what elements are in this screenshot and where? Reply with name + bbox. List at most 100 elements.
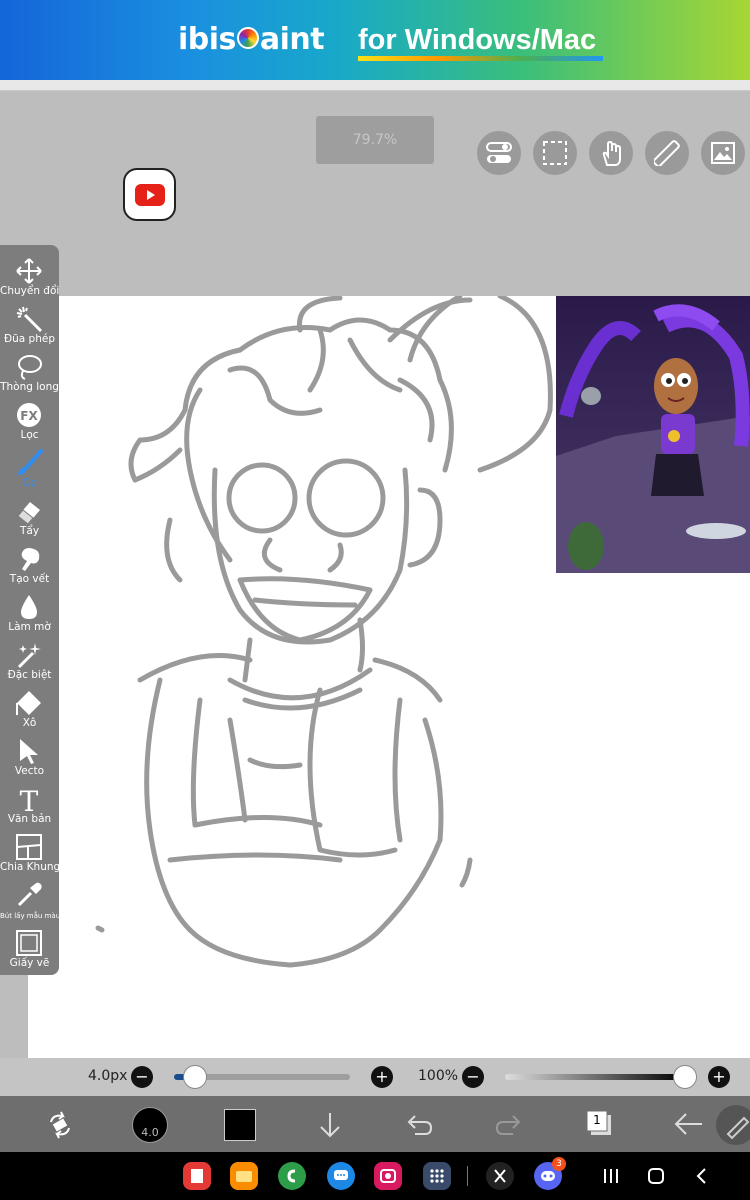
tool-eyedropper[interactable]: Bút lấy mẫu màu: [0, 879, 60, 927]
tool-special[interactable]: Đặc biệt: [0, 639, 59, 687]
image-icon: [711, 142, 735, 164]
bottom-action-bar: 4.0 1: [0, 1096, 750, 1152]
size-decrease-button[interactable]: −: [131, 1066, 153, 1088]
phone-icon: [287, 1169, 296, 1183]
eyedropper-icon: [17, 882, 42, 907]
tool-label: Chia Khung: [0, 861, 61, 873]
notification-badge: 3: [552, 1157, 566, 1171]
tool-panel: Chuyển đổi Đũa phép Thòng long FX Lọc Cọ…: [0, 245, 61, 975]
app-drawer-button[interactable]: [423, 1162, 451, 1190]
tool-label: Làm mờ: [8, 621, 51, 633]
youtube-button[interactable]: [123, 168, 176, 221]
tool-label: Xô: [22, 717, 37, 729]
magic-wand-icon: [16, 306, 43, 333]
recent-apps-button[interactable]: [601, 1166, 621, 1186]
rotate-flip-icon: [50, 1111, 70, 1139]
color-swatch-button[interactable]: [224, 1109, 256, 1141]
tool-blur[interactable]: Làm mờ: [0, 591, 59, 639]
size-increase-button[interactable]: +: [371, 1066, 393, 1088]
special-icon: [17, 643, 41, 669]
redo-icon: [495, 1115, 521, 1135]
tool-filter[interactable]: FX Lọc: [0, 399, 59, 447]
smudge-icon: [21, 548, 40, 571]
bucket-icon: [16, 691, 41, 715]
home-button[interactable]: [646, 1166, 666, 1186]
tool-label: Văn bản: [7, 813, 52, 825]
undo-button[interactable]: [405, 1110, 433, 1138]
tool-canvas[interactable]: Giấy vẽ: [0, 927, 59, 975]
brush-slider-bar: 4.0px − + 100% − +: [0, 1058, 750, 1096]
ibispaint-logo: ibis aint: [178, 22, 325, 57]
home-icon: [648, 1168, 664, 1184]
selection-button[interactable]: [533, 131, 577, 175]
hand-icon: [602, 140, 621, 166]
text-glyph: T: [20, 785, 39, 813]
tool-bucket[interactable]: Xô: [0, 687, 59, 735]
zoom-indicator: 79.7%: [316, 116, 434, 164]
undo-icon: [407, 1115, 433, 1135]
app-shortcut-camera[interactable]: [374, 1162, 402, 1190]
tool-eraser[interactable]: Tẩy: [0, 495, 59, 543]
opacity-slider-track[interactable]: [505, 1074, 685, 1080]
opacity-increase-button[interactable]: +: [708, 1066, 730, 1088]
reference-scene: [556, 296, 750, 573]
logo-text-left: ibis: [178, 22, 236, 57]
tool-text[interactable]: T Văn bản: [0, 783, 59, 831]
blur-icon: [21, 595, 37, 619]
opacity-decrease-button[interactable]: −: [462, 1066, 484, 1088]
hand-button[interactable]: [589, 131, 633, 175]
tool-brush[interactable]: Cọ: [0, 447, 59, 495]
brush-size-value: 4.0px: [88, 1068, 128, 1084]
ruler-button[interactable]: [645, 131, 689, 175]
tool-smudge[interactable]: Tạo vết: [0, 543, 59, 591]
back-button[interactable]: [672, 1110, 704, 1138]
merge-down-button[interactable]: [317, 1110, 343, 1140]
app-shortcut-discord[interactable]: 3: [534, 1157, 566, 1190]
promo-banner[interactable]: ibis aint for Windows/Mac: [0, 0, 750, 80]
system-nav-bar: 3: [0, 1152, 750, 1200]
brush-preview-button[interactable]: 4.0: [132, 1107, 168, 1143]
app-shortcut-messages[interactable]: [327, 1162, 355, 1190]
brush-icon: [18, 449, 43, 475]
vector-icon: [20, 739, 38, 764]
quick-rotate-button[interactable]: [45, 1110, 75, 1140]
edit-pen-button[interactable]: [716, 1105, 750, 1145]
x-logo-icon: [494, 1169, 506, 1183]
tool-label: Tạo vết: [9, 573, 50, 585]
dock-divider: [467, 1166, 468, 1186]
frame-divider-icon: [16, 834, 42, 860]
brush-preview-size: 4.0: [141, 1126, 159, 1139]
pencil-icon: [726, 1116, 750, 1140]
canvas-icon: [16, 930, 42, 956]
app-shortcut-folder[interactable]: [230, 1162, 258, 1190]
tool-label: Vecto: [14, 765, 45, 777]
app-shortcut-x[interactable]: [486, 1162, 514, 1190]
app-shortcut-red[interactable]: [183, 1162, 211, 1190]
tool-lasso[interactable]: Thòng long: [0, 351, 59, 399]
banner-divider: [0, 80, 750, 91]
opacity-value: 100%: [418, 1068, 459, 1084]
system-back-button[interactable]: [692, 1166, 712, 1186]
chevron-left-icon: [696, 1168, 706, 1184]
tool-label: Lọc: [20, 429, 39, 441]
selection-icon: [543, 141, 567, 165]
tool-transform[interactable]: Chuyển đổi: [0, 255, 59, 303]
tool-magic-wand[interactable]: Đũa phép: [0, 303, 59, 351]
tagline-underline: [358, 56, 603, 61]
opacity-slider-knob[interactable]: [673, 1065, 697, 1089]
tool-vector[interactable]: Vecto: [0, 735, 59, 783]
reference-image[interactable]: [556, 296, 750, 573]
app-shortcut-phone[interactable]: [278, 1162, 306, 1190]
ruler-icon: [654, 140, 680, 166]
youtube-icon: [134, 183, 165, 206]
import-image-button[interactable]: [701, 131, 745, 175]
toggle-icon: [486, 142, 512, 163]
redo-button[interactable]: [495, 1110, 523, 1138]
tool-frame-divider[interactable]: Chia Khung: [0, 831, 61, 879]
apps-grid-icon: [430, 1169, 444, 1183]
layers-button[interactable]: 1: [585, 1109, 613, 1139]
tool-label: Chuyển đổi: [0, 285, 60, 297]
banner-tagline: for Windows/Mac: [358, 24, 603, 61]
toggle-button[interactable]: [477, 131, 521, 175]
size-slider-knob[interactable]: [183, 1065, 208, 1089]
